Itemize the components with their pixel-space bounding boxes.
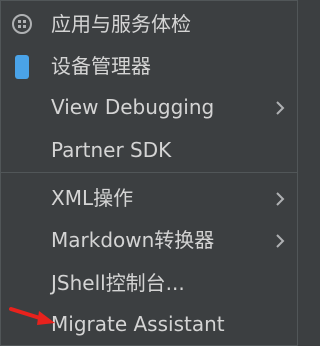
phone-icon [11,46,37,86]
app-health-icon [11,4,37,44]
menu-item-markdown-converter[interactable]: Markdown转换器 [1,220,297,260]
menu-item-label: Migrate Assistant [51,312,225,336]
menu-item-label: 应用与服务体检 [51,12,191,36]
menu-item-label: 设备管理器 [51,54,151,78]
menu-separator [1,172,297,173]
menu-item-label: Partner SDK [51,138,172,162]
menu-item-xml-operations[interactable]: XML操作 [1,178,297,218]
menu-item-view-debugging[interactable]: View Debugging [1,87,297,127]
menu-item-device-manager[interactable]: 设备管理器 [1,46,297,86]
chevron-right-icon [272,98,290,116]
menu-item-label: JShell控制台... [51,271,185,295]
menu-item-jshell-console[interactable]: JShell控制台... [1,263,297,303]
chevron-right-icon [272,231,290,249]
menu-item-label: XML操作 [51,186,134,210]
menu-item-partner-sdk[interactable]: Partner SDK [1,130,297,170]
red-arrow-annotation-icon [9,305,57,329]
menu-item-label: Markdown转换器 [51,228,215,252]
menu-item-app-health-check[interactable]: 应用与服务体检 [1,4,297,44]
context-menu: 应用与服务体检 设备管理器 View Debugging Partner SDK… [0,0,298,346]
chevron-right-icon [272,189,290,207]
menu-item-label: View Debugging [51,95,215,119]
